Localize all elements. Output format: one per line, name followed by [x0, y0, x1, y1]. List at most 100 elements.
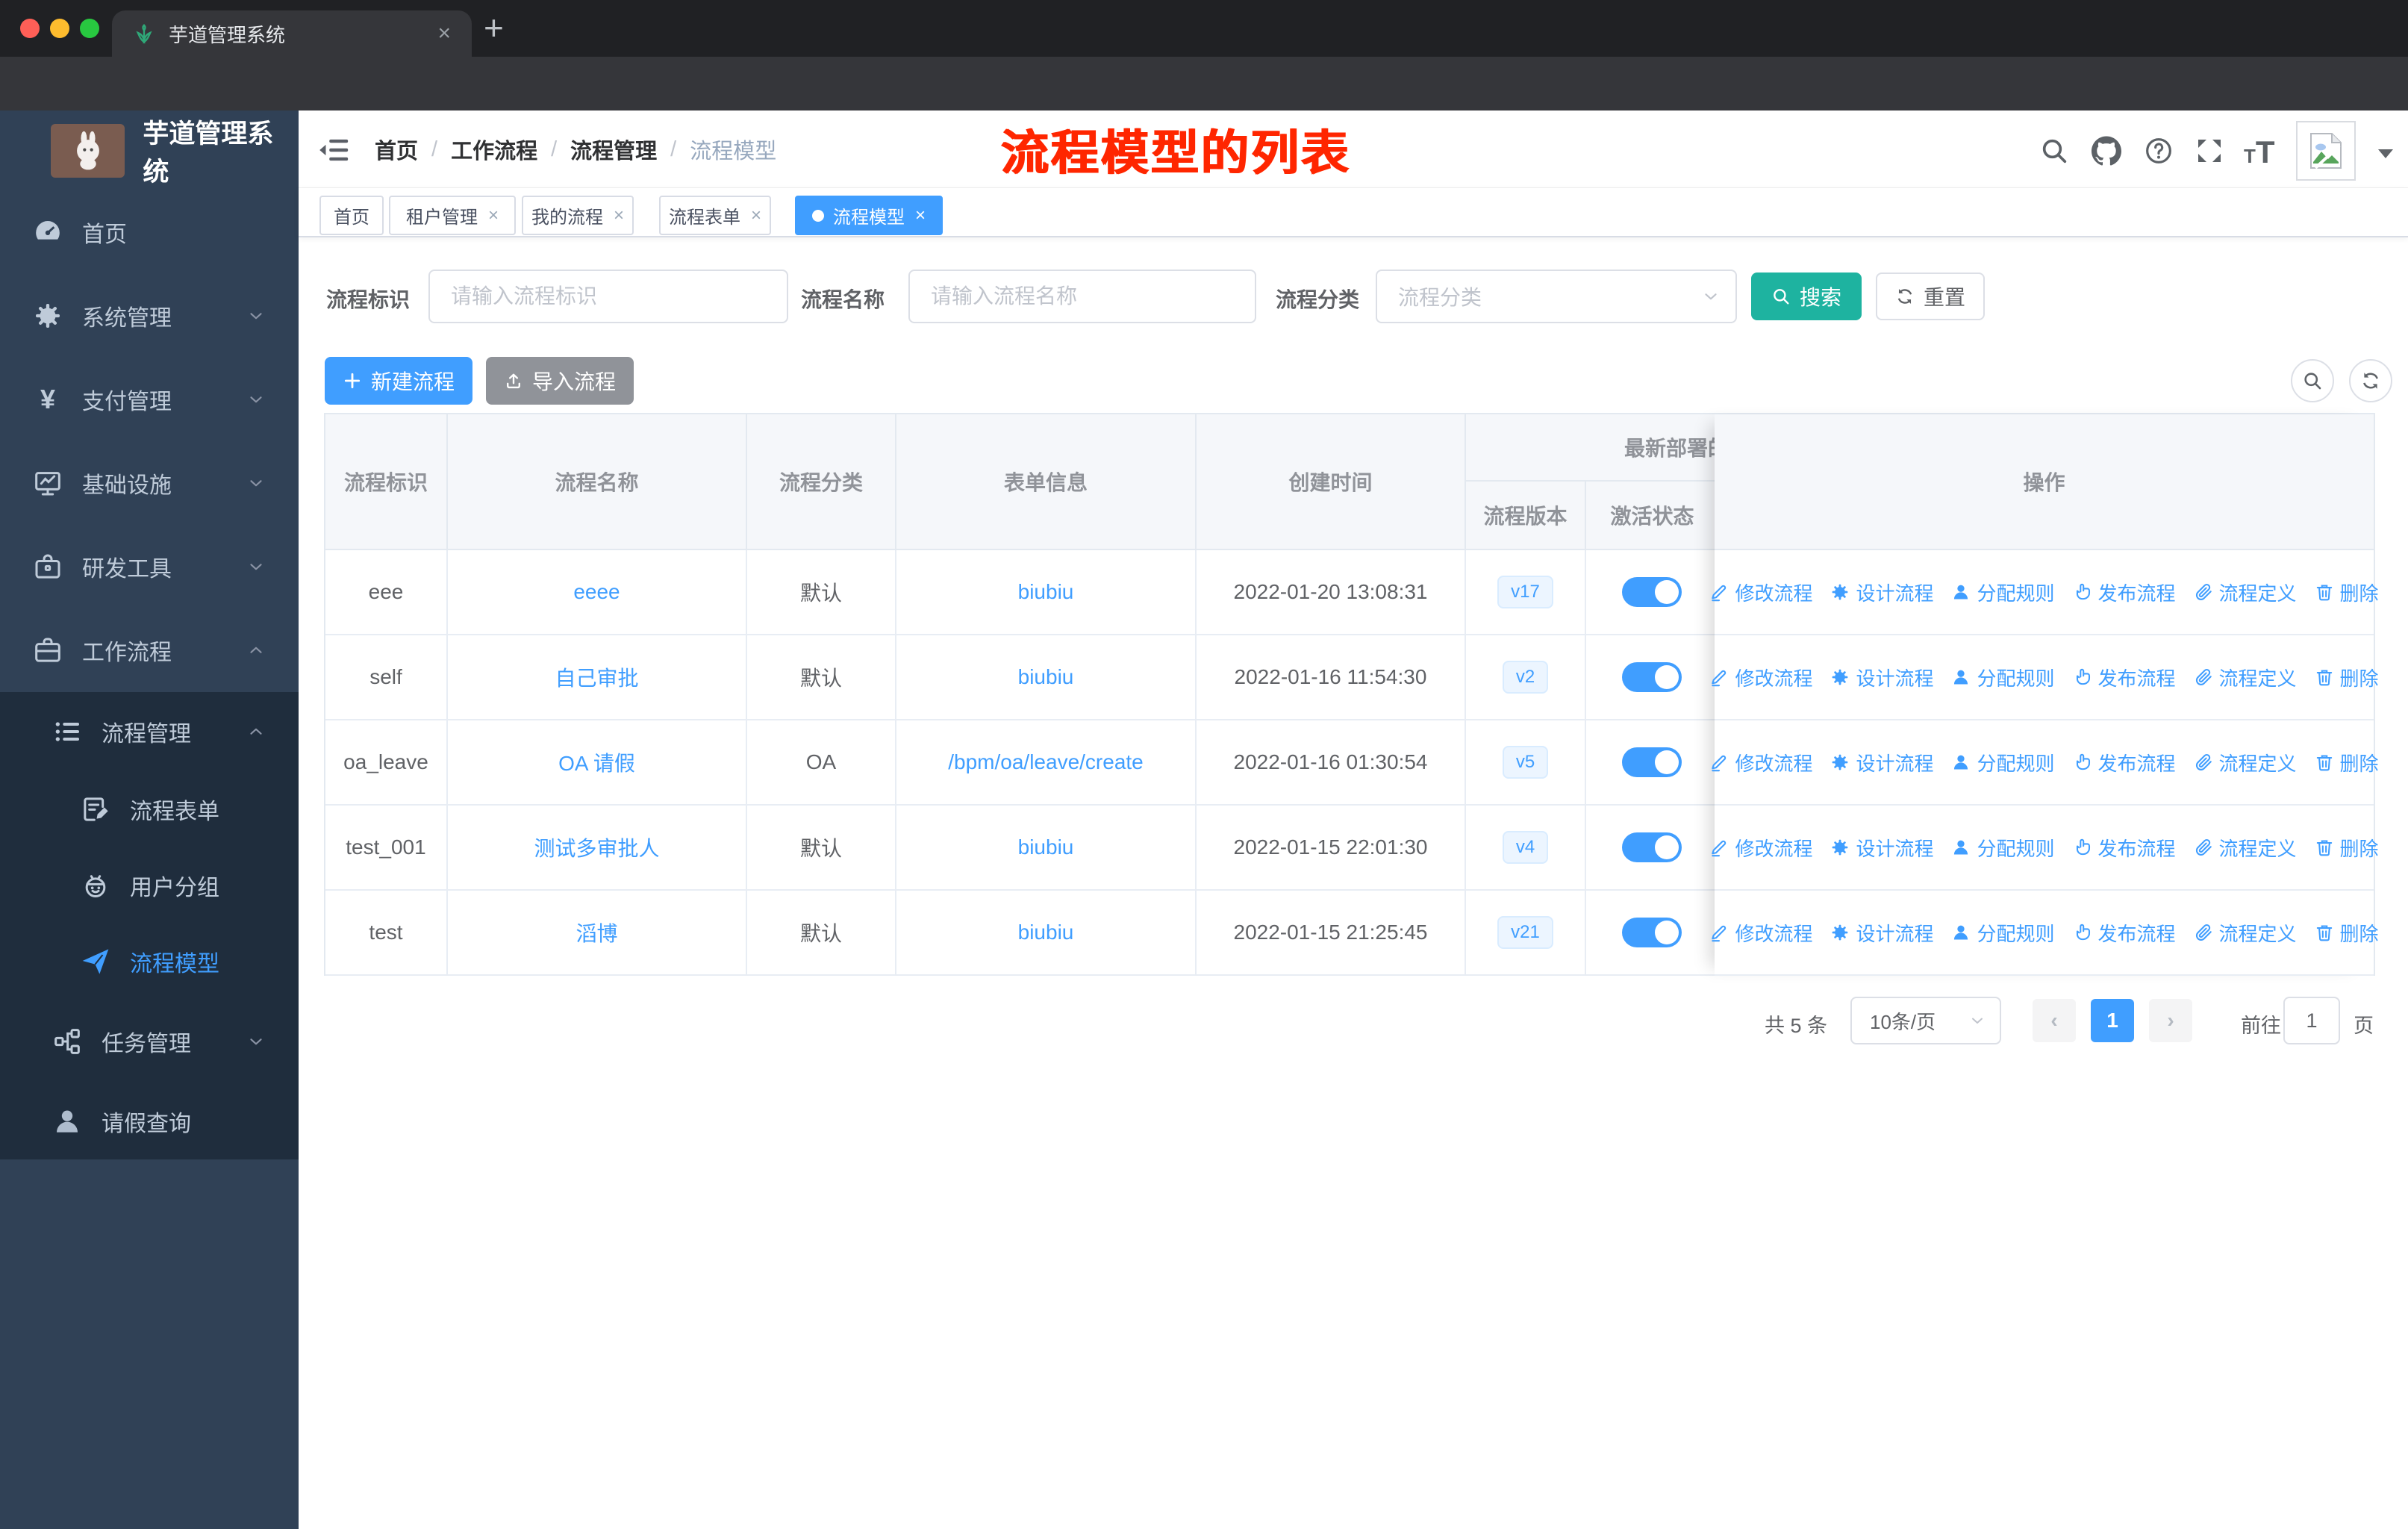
next-page-button[interactable]: ›	[2149, 999, 2192, 1042]
version-badge[interactable]: v2	[1502, 660, 1549, 694]
modify-process-link[interactable]: 修改流程	[1709, 664, 1812, 691]
design-process-link[interactable]: 设计流程	[1830, 749, 1933, 776]
form-info-link[interactable]: biubiu	[1018, 835, 1074, 859]
form-info-link[interactable]: /bpm/oa/leave/create	[948, 750, 1144, 774]
window-close-button[interactable]	[20, 19, 40, 38]
github-icon[interactable]	[2092, 136, 2121, 166]
sidebar-collapse-icon[interactable]	[316, 133, 351, 167]
active-status-toggle[interactable]	[1621, 832, 1682, 862]
page-size-select[interactable]: 10条/页	[1850, 997, 2001, 1044]
process-name-link[interactable]: OA 请假	[558, 747, 635, 777]
breadcrumb-item[interactable]: 工作流程	[451, 134, 537, 165]
tag-process-form[interactable]: 流程表单 ×	[659, 196, 771, 235]
delete-link[interactable]: 删除	[2315, 919, 2379, 947]
help-icon[interactable]	[2144, 136, 2174, 166]
process-category-select[interactable]: 流程分类	[1376, 270, 1737, 323]
delete-link[interactable]: 删除	[2315, 749, 2379, 776]
browser-tab[interactable]: 芋道管理系统 ×	[112, 10, 472, 57]
sidebar-item-user-group[interactable]: 用户分组	[0, 847, 299, 924]
tag-process-model[interactable]: 流程模型 ×	[795, 196, 943, 235]
active-status-toggle[interactable]	[1621, 918, 1682, 947]
process-definition-link[interactable]: 流程定义	[2194, 664, 2297, 691]
process-name-input[interactable]	[908, 270, 1256, 323]
modify-process-link[interactable]: 修改流程	[1709, 919, 1812, 947]
sidebar-item-process-management[interactable]: 流程管理	[0, 692, 299, 771]
new-tab-button[interactable]: +	[484, 7, 504, 48]
process-id-input[interactable]	[428, 270, 788, 323]
version-badge[interactable]: v5	[1502, 745, 1549, 779]
tag-close-icon[interactable]: ×	[751, 206, 761, 225]
sidebar-item-payment[interactable]: ¥ 支付管理	[0, 358, 299, 441]
active-status-toggle[interactable]	[1621, 662, 1682, 692]
breadcrumb-item[interactable]: 流程管理	[570, 134, 657, 165]
version-badge[interactable]: v17	[1497, 575, 1553, 609]
publish-process-link[interactable]: 发布流程	[2073, 579, 2176, 606]
process-name-link[interactable]: 自己审批	[555, 662, 638, 692]
form-info-link[interactable]: biubiu	[1018, 921, 1074, 944]
caret-down-icon[interactable]	[2378, 149, 2393, 158]
search-icon[interactable]	[2039, 136, 2069, 166]
tag-tenant[interactable]: 租户管理 ×	[389, 196, 516, 235]
publish-process-link[interactable]: 发布流程	[2073, 749, 2176, 776]
process-definition-link[interactable]: 流程定义	[2194, 579, 2297, 606]
window-zoom-button[interactable]	[80, 19, 99, 38]
modify-process-link[interactable]: 修改流程	[1709, 749, 1812, 776]
design-process-link[interactable]: 设计流程	[1830, 834, 1933, 862]
assign-rule-link[interactable]: 分配规则	[1951, 579, 2055, 606]
process-definition-link[interactable]: 流程定义	[2194, 919, 2297, 947]
fullscreen-icon[interactable]	[2195, 136, 2224, 166]
assign-rule-link[interactable]: 分配规则	[1951, 664, 2055, 691]
reset-button[interactable]: 重置	[1876, 273, 1985, 320]
sidebar-item-devtools[interactable]: 研发工具	[0, 525, 299, 608]
process-name-link[interactable]: 测试多审批人	[534, 832, 659, 862]
tag-home[interactable]: 首页	[319, 196, 384, 235]
tab-close-icon[interactable]: ×	[437, 21, 451, 46]
modify-process-link[interactable]: 修改流程	[1709, 834, 1812, 862]
page-number-button[interactable]: 1	[2091, 999, 2134, 1042]
assign-rule-link[interactable]: 分配规则	[1951, 919, 2055, 947]
delete-link[interactable]: 删除	[2315, 664, 2379, 691]
publish-process-link[interactable]: 发布流程	[2073, 664, 2176, 691]
sidebar-item-leave-query[interactable]: 请假查询	[0, 1083, 299, 1159]
prev-page-button[interactable]: ‹	[2033, 999, 2076, 1042]
assign-rule-link[interactable]: 分配规则	[1951, 749, 2055, 776]
version-badge[interactable]: v4	[1502, 830, 1549, 865]
delete-link[interactable]: 删除	[2315, 834, 2379, 862]
sidebar-item-infra[interactable]: 基础设施	[0, 441, 299, 525]
sidebar-item-task-management[interactable]: 任务管理	[0, 1000, 299, 1083]
process-name-link[interactable]: eeee	[573, 580, 620, 604]
tag-close-icon[interactable]: ×	[915, 206, 926, 225]
window-minimize-button[interactable]	[50, 19, 69, 38]
search-button[interactable]: 搜索	[1751, 273, 1862, 320]
process-name-link[interactable]: 滔博	[576, 918, 617, 947]
tag-close-icon[interactable]: ×	[488, 206, 499, 225]
form-info-link[interactable]: biubiu	[1018, 580, 1074, 604]
version-badge[interactable]: v21	[1497, 915, 1553, 950]
design-process-link[interactable]: 设计流程	[1830, 664, 1933, 691]
active-status-toggle[interactable]	[1621, 747, 1682, 777]
tag-my-process[interactable]: 我的流程 ×	[522, 196, 634, 235]
publish-process-link[interactable]: 发布流程	[2073, 834, 2176, 862]
sidebar-logo[interactable]: 芋道管理系统	[0, 110, 299, 190]
create-process-button[interactable]: 新建流程	[325, 357, 472, 405]
delete-link[interactable]: 删除	[2315, 579, 2379, 606]
sidebar-item-workflow[interactable]: 工作流程	[0, 608, 299, 692]
process-definition-link[interactable]: 流程定义	[2194, 834, 2297, 862]
sidebar-item-system[interactable]: 系统管理	[0, 274, 299, 358]
form-info-link[interactable]: biubiu	[1018, 665, 1074, 689]
goto-page-input[interactable]	[2283, 997, 2340, 1044]
tag-close-icon[interactable]: ×	[614, 206, 624, 225]
design-process-link[interactable]: 设计流程	[1830, 579, 1933, 606]
design-process-link[interactable]: 设计流程	[1830, 919, 1933, 947]
font-size-icon[interactable]: TT	[2244, 134, 2275, 170]
sidebar-item-process-form[interactable]: 流程表单	[0, 771, 299, 847]
publish-process-link[interactable]: 发布流程	[2073, 919, 2176, 947]
active-status-toggle[interactable]	[1621, 577, 1682, 607]
avatar[interactable]	[2296, 121, 2356, 181]
sidebar-item-process-model[interactable]: 流程模型	[0, 924, 299, 1000]
modify-process-link[interactable]: 修改流程	[1709, 579, 1812, 606]
breadcrumb-item[interactable]: 首页	[375, 134, 418, 165]
assign-rule-link[interactable]: 分配规则	[1951, 834, 2055, 862]
refresh-table-button[interactable]	[2349, 359, 2392, 402]
show-search-toggle-button[interactable]	[2291, 359, 2334, 402]
